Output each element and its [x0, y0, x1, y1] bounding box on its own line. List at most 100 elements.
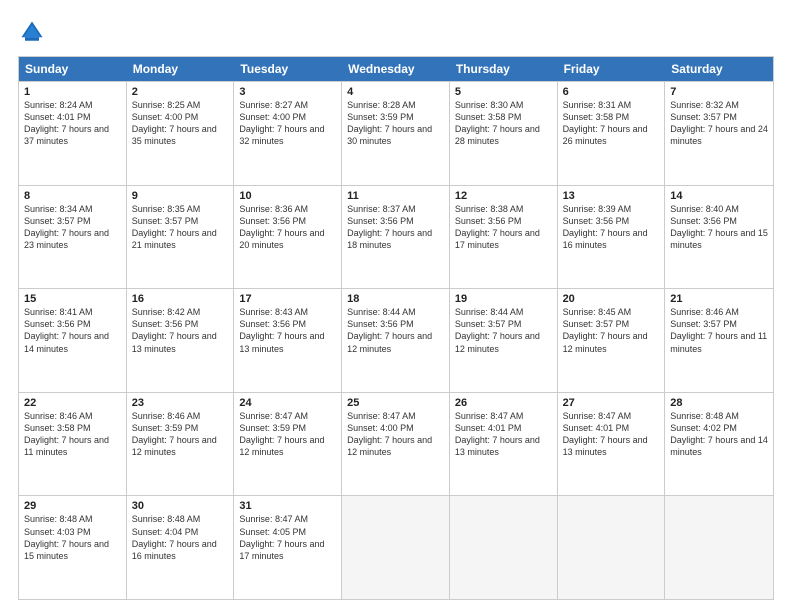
day-number: 8 — [24, 190, 121, 202]
day-number: 30 — [132, 500, 229, 512]
header-day-monday: Monday — [127, 57, 235, 81]
day-number: 24 — [239, 397, 336, 409]
sunset-line: Sunset: 4:01 PM — [24, 111, 121, 123]
sunset-line: Sunset: 3:57 PM — [132, 215, 229, 227]
calendar-week-3: 15 Sunrise: 8:41 AM Sunset: 3:56 PM Dayl… — [19, 288, 773, 392]
header-day-wednesday: Wednesday — [342, 57, 450, 81]
header-day-friday: Friday — [558, 57, 666, 81]
day-cell-16: 16 Sunrise: 8:42 AM Sunset: 3:56 PM Dayl… — [127, 289, 235, 392]
daylight-label: Daylight: 7 hours and 15 minutes — [24, 538, 121, 562]
sunrise-line: Sunrise: 8:44 AM — [455, 306, 552, 318]
sunrise-line: Sunrise: 8:34 AM — [24, 203, 121, 215]
daylight-label: Daylight: 7 hours and 23 minutes — [24, 227, 121, 251]
header-day-sunday: Sunday — [19, 57, 127, 81]
day-number: 13 — [563, 190, 660, 202]
calendar-body: 1 Sunrise: 8:24 AM Sunset: 4:01 PM Dayli… — [19, 81, 773, 599]
sunset-line: Sunset: 3:56 PM — [24, 318, 121, 330]
day-cell-17: 17 Sunrise: 8:43 AM Sunset: 3:56 PM Dayl… — [234, 289, 342, 392]
daylight-label: Daylight: 7 hours and 20 minutes — [239, 227, 336, 251]
day-number: 5 — [455, 86, 552, 98]
sunrise-line: Sunrise: 8:46 AM — [24, 410, 121, 422]
page: SundayMondayTuesdayWednesdayThursdayFrid… — [0, 0, 792, 612]
sunset-line: Sunset: 4:00 PM — [239, 111, 336, 123]
daylight-label: Daylight: 7 hours and 30 minutes — [347, 123, 444, 147]
day-cell-20: 20 Sunrise: 8:45 AM Sunset: 3:57 PM Dayl… — [558, 289, 666, 392]
sunset-line: Sunset: 3:57 PM — [670, 111, 768, 123]
sunrise-line: Sunrise: 8:47 AM — [347, 410, 444, 422]
empty-cell — [342, 496, 450, 599]
day-cell-6: 6 Sunrise: 8:31 AM Sunset: 3:58 PM Dayli… — [558, 82, 666, 185]
daylight-label: Daylight: 7 hours and 21 minutes — [132, 227, 229, 251]
sunset-line: Sunset: 3:58 PM — [24, 422, 121, 434]
daylight-label: Daylight: 7 hours and 26 minutes — [563, 123, 660, 147]
day-number: 21 — [670, 293, 768, 305]
day-cell-2: 2 Sunrise: 8:25 AM Sunset: 4:00 PM Dayli… — [127, 82, 235, 185]
sunset-line: Sunset: 3:57 PM — [455, 318, 552, 330]
day-cell-21: 21 Sunrise: 8:46 AM Sunset: 3:57 PM Dayl… — [665, 289, 773, 392]
day-number: 28 — [670, 397, 768, 409]
empty-cell — [558, 496, 666, 599]
calendar-week-1: 1 Sunrise: 8:24 AM Sunset: 4:01 PM Dayli… — [19, 81, 773, 185]
sunset-line: Sunset: 3:56 PM — [563, 215, 660, 227]
daylight-label: Daylight: 7 hours and 32 minutes — [239, 123, 336, 147]
calendar-week-4: 22 Sunrise: 8:46 AM Sunset: 3:58 PM Dayl… — [19, 392, 773, 496]
daylight-label: Daylight: 7 hours and 12 minutes — [132, 434, 229, 458]
daylight-label: Daylight: 7 hours and 28 minutes — [455, 123, 552, 147]
day-cell-29: 29 Sunrise: 8:48 AM Sunset: 4:03 PM Dayl… — [19, 496, 127, 599]
daylight-label: Daylight: 7 hours and 12 minutes — [239, 434, 336, 458]
day-cell-18: 18 Sunrise: 8:44 AM Sunset: 3:56 PM Dayl… — [342, 289, 450, 392]
day-number: 10 — [239, 190, 336, 202]
sunset-line: Sunset: 3:56 PM — [347, 215, 444, 227]
daylight-label: Daylight: 7 hours and 16 minutes — [563, 227, 660, 251]
sunset-line: Sunset: 3:56 PM — [132, 318, 229, 330]
header-day-thursday: Thursday — [450, 57, 558, 81]
day-cell-28: 28 Sunrise: 8:48 AM Sunset: 4:02 PM Dayl… — [665, 393, 773, 496]
sunrise-line: Sunrise: 8:24 AM — [24, 99, 121, 111]
day-cell-12: 12 Sunrise: 8:38 AM Sunset: 3:56 PM Dayl… — [450, 186, 558, 289]
day-cell-31: 31 Sunrise: 8:47 AM Sunset: 4:05 PM Dayl… — [234, 496, 342, 599]
day-number: 18 — [347, 293, 444, 305]
sunset-line: Sunset: 4:00 PM — [132, 111, 229, 123]
day-number: 19 — [455, 293, 552, 305]
sunset-line: Sunset: 4:02 PM — [670, 422, 768, 434]
day-number: 23 — [132, 397, 229, 409]
daylight-label: Daylight: 7 hours and 12 minutes — [455, 330, 552, 354]
sunset-line: Sunset: 4:05 PM — [239, 526, 336, 538]
sunrise-line: Sunrise: 8:35 AM — [132, 203, 229, 215]
sunrise-line: Sunrise: 8:32 AM — [670, 99, 768, 111]
sunrise-line: Sunrise: 8:36 AM — [239, 203, 336, 215]
sunrise-line: Sunrise: 8:41 AM — [24, 306, 121, 318]
daylight-label: Daylight: 7 hours and 12 minutes — [563, 330, 660, 354]
calendar: SundayMondayTuesdayWednesdayThursdayFrid… — [18, 56, 774, 600]
sunrise-line: Sunrise: 8:44 AM — [347, 306, 444, 318]
day-cell-22: 22 Sunrise: 8:46 AM Sunset: 3:58 PM Dayl… — [19, 393, 127, 496]
sunset-line: Sunset: 3:59 PM — [239, 422, 336, 434]
sunrise-line: Sunrise: 8:25 AM — [132, 99, 229, 111]
sunrise-line: Sunrise: 8:27 AM — [239, 99, 336, 111]
sunset-line: Sunset: 3:57 PM — [24, 215, 121, 227]
sunrise-line: Sunrise: 8:47 AM — [239, 513, 336, 525]
daylight-label: Daylight: 7 hours and 16 minutes — [132, 538, 229, 562]
day-cell-13: 13 Sunrise: 8:39 AM Sunset: 3:56 PM Dayl… — [558, 186, 666, 289]
sunset-line: Sunset: 4:03 PM — [24, 526, 121, 538]
sunset-line: Sunset: 4:01 PM — [455, 422, 552, 434]
sunset-line: Sunset: 3:58 PM — [455, 111, 552, 123]
day-number: 6 — [563, 86, 660, 98]
daylight-label: Daylight: 7 hours and 13 minutes — [563, 434, 660, 458]
day-number: 2 — [132, 86, 229, 98]
daylight-label: Daylight: 7 hours and 17 minutes — [239, 538, 336, 562]
sunrise-line: Sunrise: 8:45 AM — [563, 306, 660, 318]
sunrise-line: Sunrise: 8:43 AM — [239, 306, 336, 318]
day-cell-11: 11 Sunrise: 8:37 AM Sunset: 3:56 PM Dayl… — [342, 186, 450, 289]
daylight-label: Daylight: 7 hours and 37 minutes — [24, 123, 121, 147]
sunrise-line: Sunrise: 8:31 AM — [563, 99, 660, 111]
day-cell-4: 4 Sunrise: 8:28 AM Sunset: 3:59 PM Dayli… — [342, 82, 450, 185]
sunrise-line: Sunrise: 8:48 AM — [670, 410, 768, 422]
sunrise-line: Sunrise: 8:47 AM — [455, 410, 552, 422]
daylight-label: Daylight: 7 hours and 17 minutes — [455, 227, 552, 251]
sunrise-line: Sunrise: 8:46 AM — [132, 410, 229, 422]
sunset-line: Sunset: 3:56 PM — [347, 318, 444, 330]
logo-icon — [18, 18, 46, 46]
day-number: 1 — [24, 86, 121, 98]
sunrise-line: Sunrise: 8:46 AM — [670, 306, 768, 318]
